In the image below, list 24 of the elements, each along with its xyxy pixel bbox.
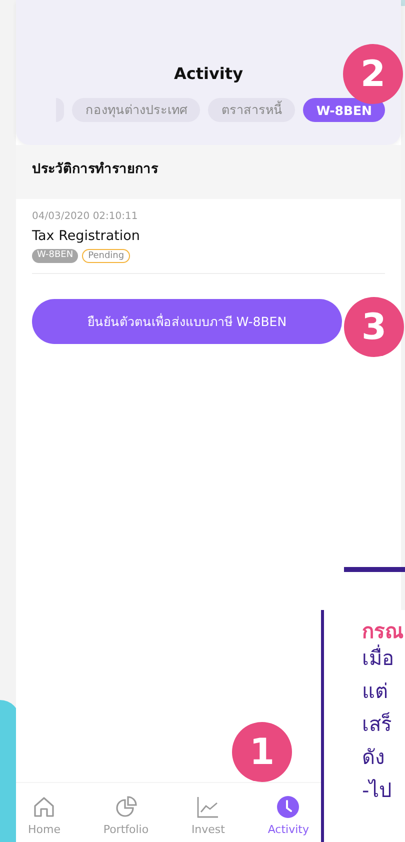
nav-item[interactable]: Portfolio [97,783,155,842]
verify-button[interactable]: ยืนยันตัวตนเพื่อส่งแบบภาษี W-8BEN [32,299,342,344]
home-icon [32,795,56,819]
note-text: -ไป [362,777,394,804]
filter-tab[interactable]: กองทุนต่างประเทศ [72,98,200,122]
transaction-datetime: 04/03/2020 02:10:11 [32,211,139,222]
note-text: เสร็ [362,711,393,738]
section-title: ประวัติการทำรายการ [16,145,401,199]
nav-item[interactable]: Home [22,783,66,842]
clock-icon [276,795,300,819]
note-title: กรณ [362,620,405,642]
pie-chart-icon [114,795,138,819]
filter-tab[interactable]: W-8BEN [303,98,385,122]
screen-title: Activity [174,64,243,83]
note-text: ดัง [362,744,386,771]
transaction-title: Tax Registration [32,228,141,244]
status-tag: Pending [82,249,130,263]
nav-item[interactable]: Invest [185,783,231,842]
filter-tab[interactable]: ตราสารหนี้ [208,98,296,122]
nav-item[interactable]: Activity [262,783,315,842]
note-text: แต่ [362,678,389,705]
note-text: เมื่อ [362,644,395,672]
type-tag: W-8BEN [32,249,78,263]
line-chart-icon [196,795,220,819]
